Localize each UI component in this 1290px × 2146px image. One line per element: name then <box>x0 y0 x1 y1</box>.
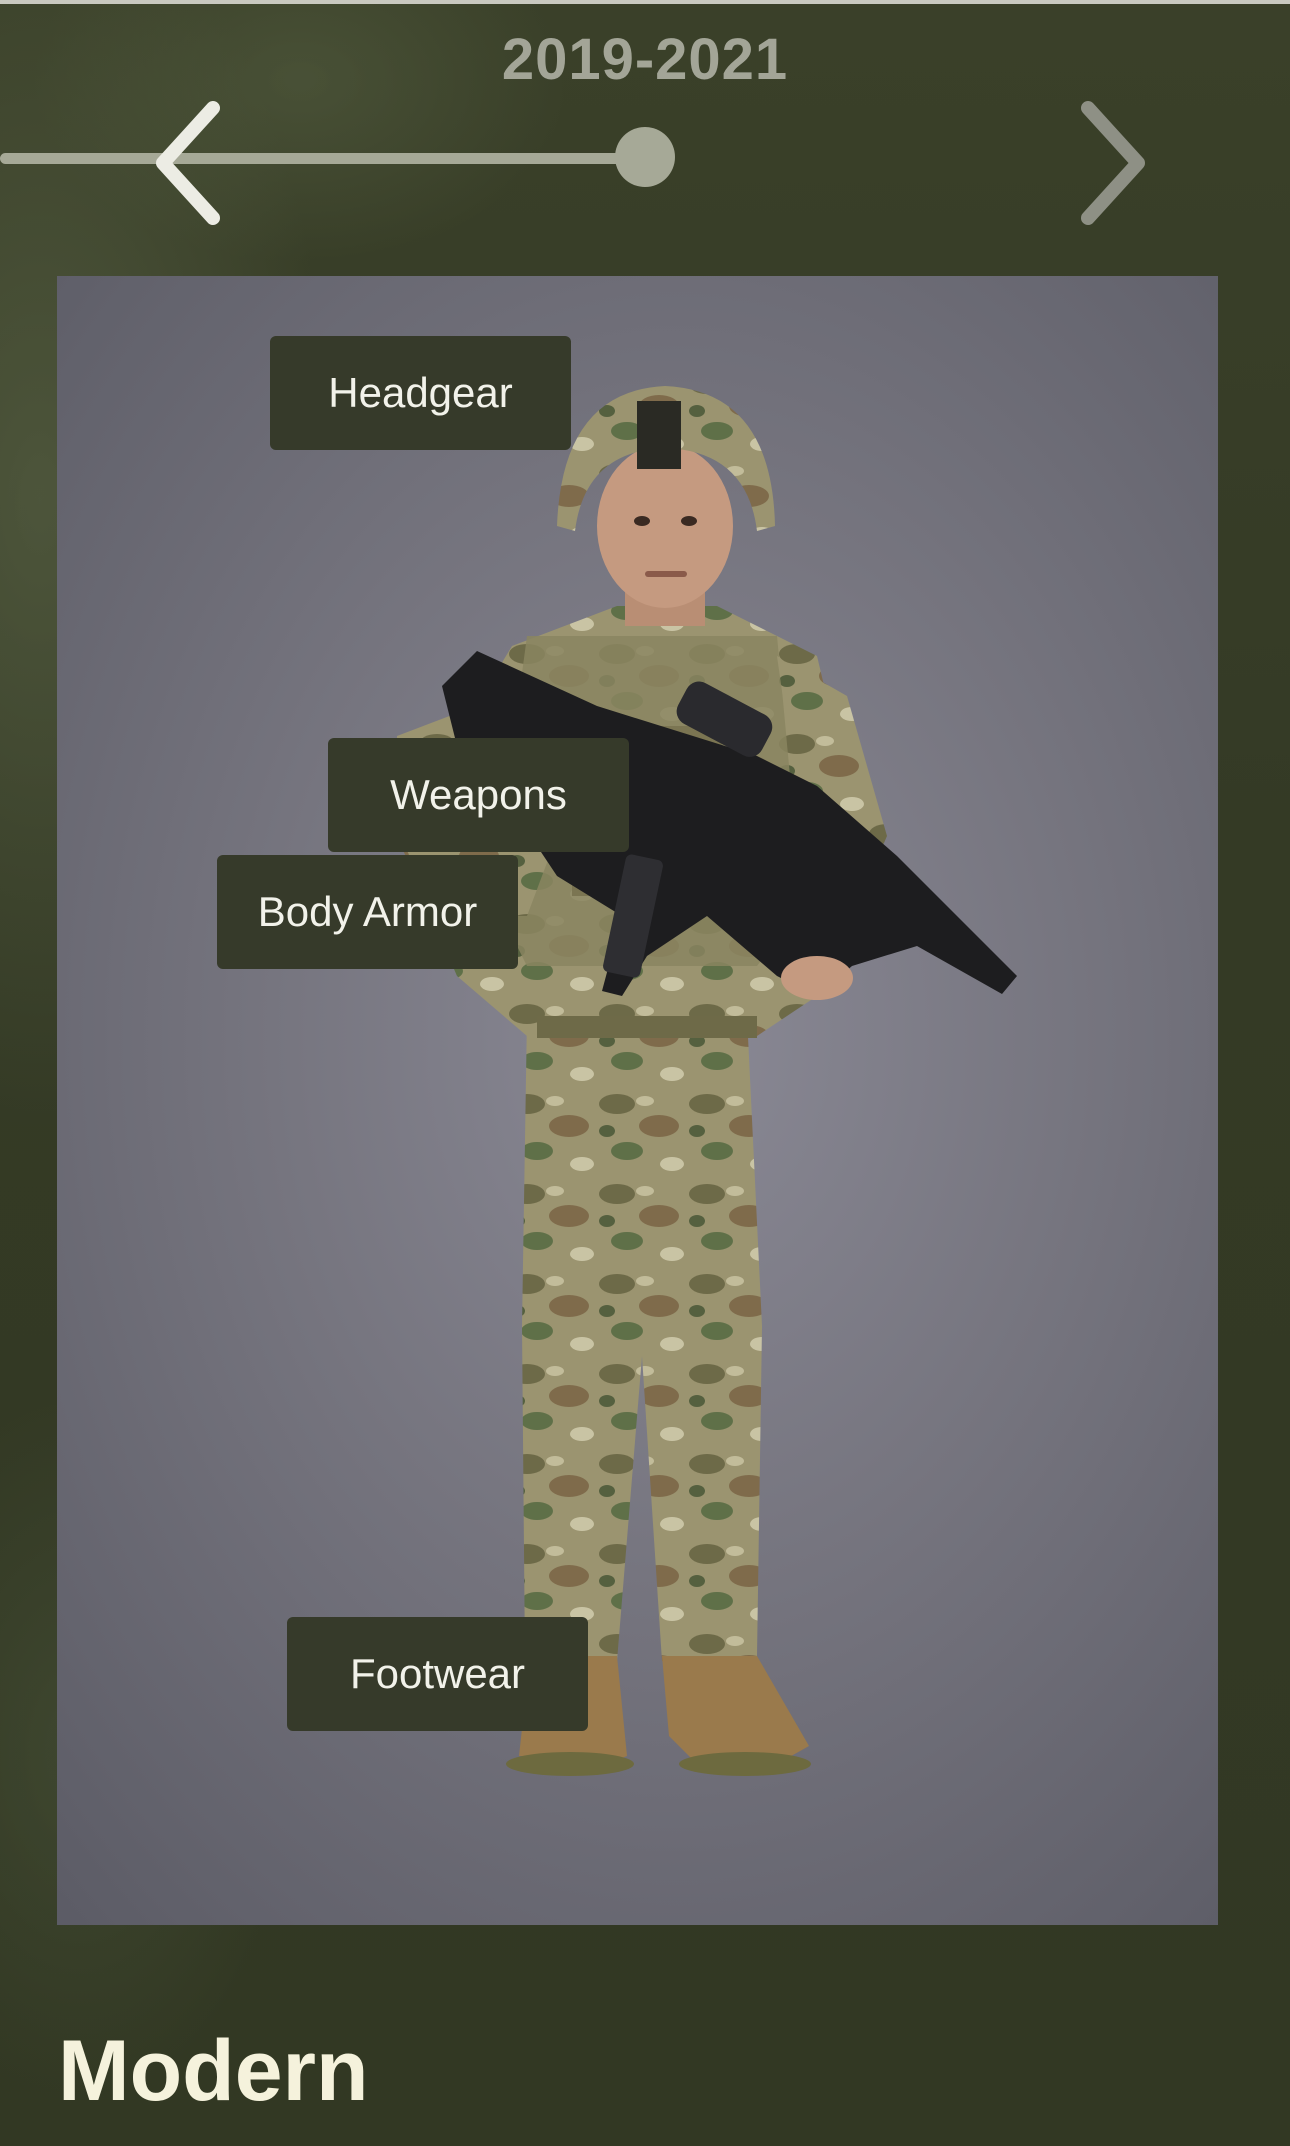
era-title: Modern <box>58 2023 369 2119</box>
timeline-slider-handle[interactable] <box>615 127 675 187</box>
next-era-button[interactable] <box>1045 98 1165 228</box>
timeline-track[interactable] <box>0 153 645 164</box>
soldier-illustration <box>397 386 1017 1776</box>
previous-era-button[interactable] <box>130 98 250 228</box>
body-armor-hotspot-button[interactable]: Body Armor <box>217 855 518 969</box>
weapons-hotspot-button[interactable]: Weapons <box>328 738 629 852</box>
timeline-year-range: 2019-2021 <box>501 27 789 92</box>
uniform-photo: Headgear Weapons Body Armor Footwear <box>57 276 1218 1925</box>
chevron-left-icon <box>156 101 220 225</box>
headgear-hotspot-button[interactable]: Headgear <box>270 336 571 450</box>
footwear-hotspot-button[interactable]: Footwear <box>287 1617 588 1731</box>
top-edge-divider <box>0 0 1290 4</box>
chevron-right-icon <box>1081 101 1145 225</box>
